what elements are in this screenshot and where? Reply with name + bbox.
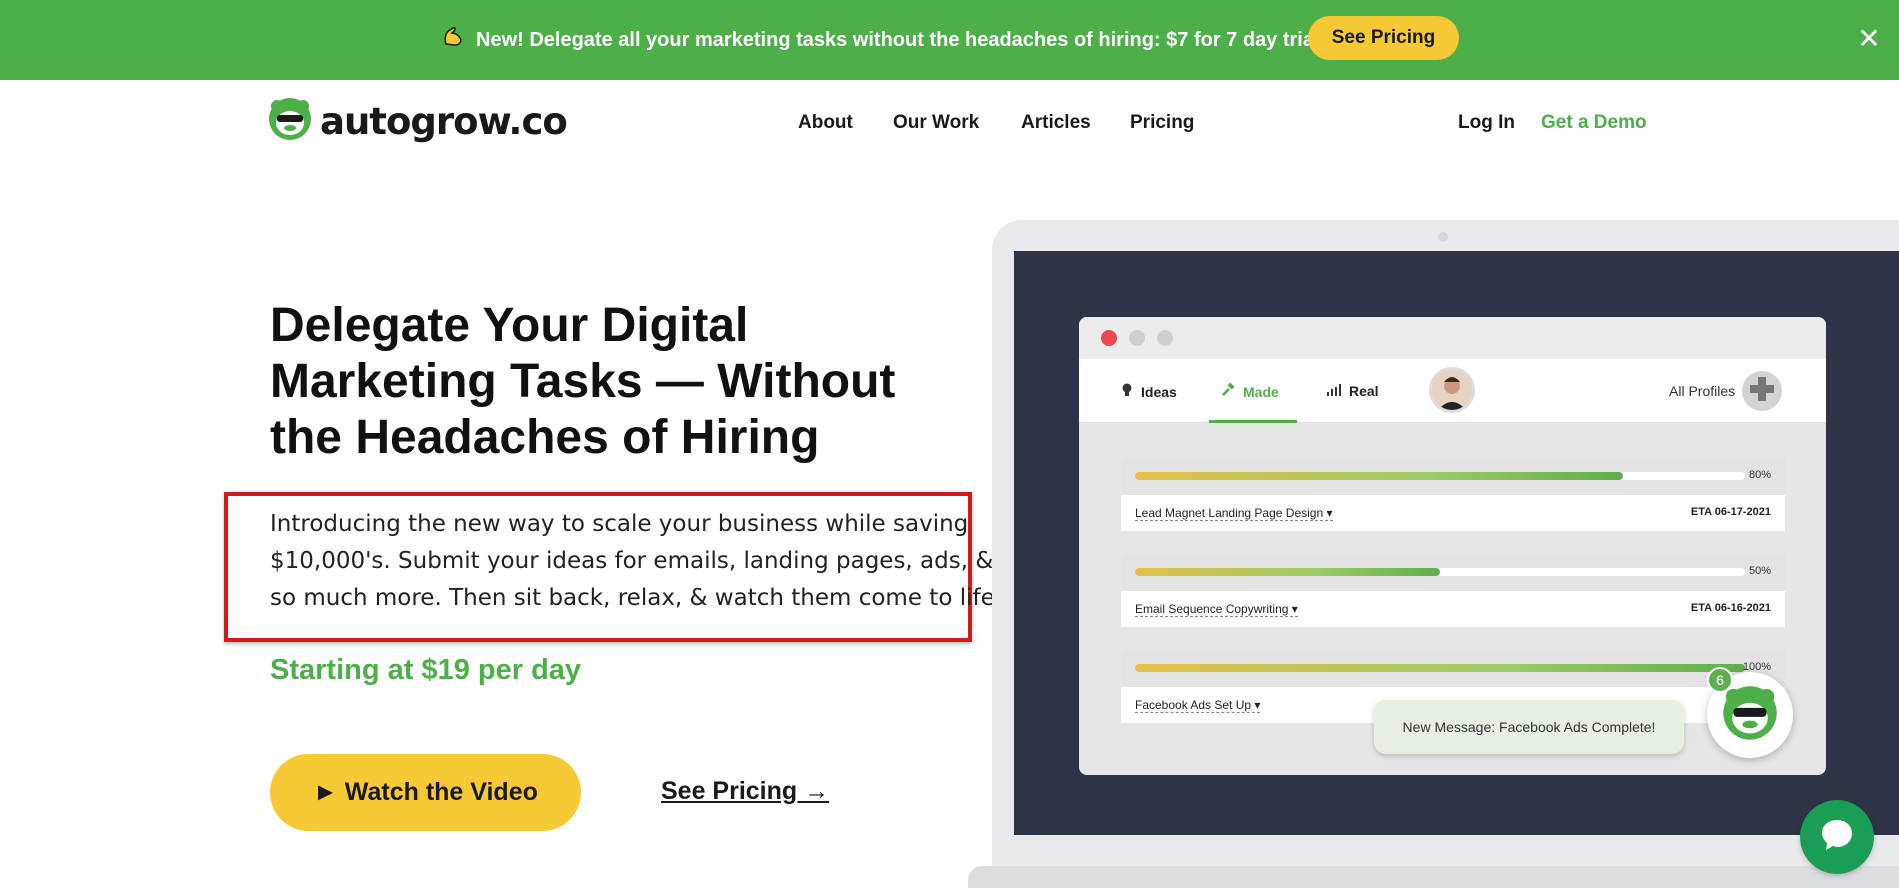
- progress-fill: [1135, 664, 1745, 672]
- nav-our-work[interactable]: Our Work: [893, 112, 979, 134]
- laptop-base: [968, 866, 1899, 888]
- task-name-dropdown[interactable]: Email Sequence Copywriting ▾: [1135, 602, 1298, 617]
- tab-real-label: Real: [1349, 383, 1379, 399]
- window-minimize-dot: [1129, 330, 1145, 346]
- active-tab-indicator: [1209, 420, 1297, 423]
- hero-title-line: Marketing Tasks — Without: [270, 355, 896, 408]
- logo-mascot-icon: [268, 97, 312, 146]
- nav-pricing[interactable]: Pricing: [1130, 112, 1194, 134]
- progress-track: [1135, 664, 1745, 672]
- task-row: Email Sequence Copywriting ▾ ETA 06-16-2…: [1121, 591, 1785, 627]
- task-progress-area: 50%: [1121, 553, 1785, 591]
- window-close-dot: [1101, 330, 1117, 346]
- hero-title-line: the Headaches of Hiring: [270, 411, 820, 464]
- progress-fill: [1135, 568, 1440, 576]
- starting-price: Starting at $19 per day: [270, 654, 582, 686]
- progress-track: [1135, 472, 1745, 480]
- nav-get-demo[interactable]: Get a Demo: [1541, 112, 1647, 134]
- tab-made[interactable]: Made: [1221, 382, 1279, 400]
- task-name-dropdown[interactable]: Facebook Ads Set Up ▾: [1135, 698, 1261, 713]
- progress-fill: [1135, 472, 1623, 480]
- tab-ideas[interactable]: Ideas: [1121, 383, 1177, 400]
- tab-real[interactable]: Real: [1327, 383, 1379, 399]
- announcement-bar: New! Delegate all your marketing tasks w…: [0, 0, 1899, 80]
- hero-description-line: so much more. Then sit back, relax, & wa…: [270, 585, 1003, 611]
- progress-percent: 50%: [1748, 565, 1771, 577]
- lightbulb-icon: [1121, 383, 1133, 400]
- plus-icon: [1750, 376, 1774, 406]
- task-eta: ETA 06-17-2021: [1690, 506, 1771, 518]
- announcement-message: New! Delegate all your marketing tasks w…: [476, 28, 1320, 51]
- task-progress-area: 80%: [1121, 457, 1785, 495]
- nav-about[interactable]: About: [798, 112, 853, 134]
- all-profiles-label[interactable]: All Profiles: [1669, 383, 1735, 399]
- bar-chart-icon: [1327, 383, 1341, 399]
- tab-ideas-label: Ideas: [1141, 383, 1177, 400]
- hero-title-line: Delegate Your Digital: [270, 299, 749, 352]
- task-name-dropdown[interactable]: Lead Magnet Landing Page Design ▾: [1135, 506, 1333, 521]
- avatar[interactable]: [1429, 367, 1475, 413]
- flexed-arm-icon: [440, 24, 466, 56]
- progress-percent: 80%: [1748, 469, 1771, 481]
- nav-login[interactable]: Log In: [1458, 112, 1515, 134]
- see-pricing-banner-button[interactable]: See Pricing: [1308, 16, 1459, 60]
- tab-made-label: Made: [1243, 383, 1279, 400]
- chat-button[interactable]: [1800, 800, 1874, 874]
- hero-description-line: $10,000's. Submit your ideas for emails,…: [270, 548, 994, 574]
- watch-video-button[interactable]: ► Watch the Video: [270, 754, 581, 831]
- close-icon[interactable]: ✕: [1856, 25, 1882, 53]
- laptop-camera: [1438, 232, 1448, 242]
- progress-track: [1135, 568, 1745, 576]
- task-eta: ETA 06-16-2021: [1690, 602, 1771, 614]
- app-tab-bar: Ideas Made Real All Profiles: [1079, 359, 1826, 423]
- notification-badge: 6: [1707, 667, 1733, 693]
- nav-articles[interactable]: Articles: [1021, 112, 1091, 134]
- add-profile-button[interactable]: [1742, 371, 1782, 411]
- hammer-icon: [1221, 382, 1235, 400]
- hero-description-line: Introducing the new way to scale your bu…: [270, 511, 969, 537]
- announcement-text: New! Delegate all your marketing tasks w…: [440, 24, 1320, 56]
- window-maximize-dot: [1157, 330, 1173, 346]
- chat-bubble-icon: [1818, 816, 1856, 859]
- task-row: Lead Magnet Landing Page Design ▾ ETA 06…: [1121, 495, 1785, 531]
- logo[interactable]: autogrow.co: [268, 97, 568, 146]
- task-card: 50% Email Sequence Copywriting ▾ ETA 06-…: [1121, 553, 1785, 627]
- task-card: 80% Lead Magnet Landing Page Design ▾ ET…: [1121, 457, 1785, 531]
- task-progress-area: 100%: [1121, 649, 1785, 687]
- mascot-icon: [1722, 685, 1778, 746]
- window-titlebar: [1079, 317, 1826, 359]
- hero-description: Introducing the new way to scale your bu…: [270, 506, 1003, 617]
- hero-title: Delegate Your Digital Marketing Tasks — …: [270, 298, 910, 466]
- see-pricing-link[interactable]: See Pricing →: [661, 777, 829, 806]
- logo-text: autogrow.co: [320, 100, 568, 143]
- notification-bubble[interactable]: New Message: Facebook Ads Complete!: [1374, 700, 1684, 754]
